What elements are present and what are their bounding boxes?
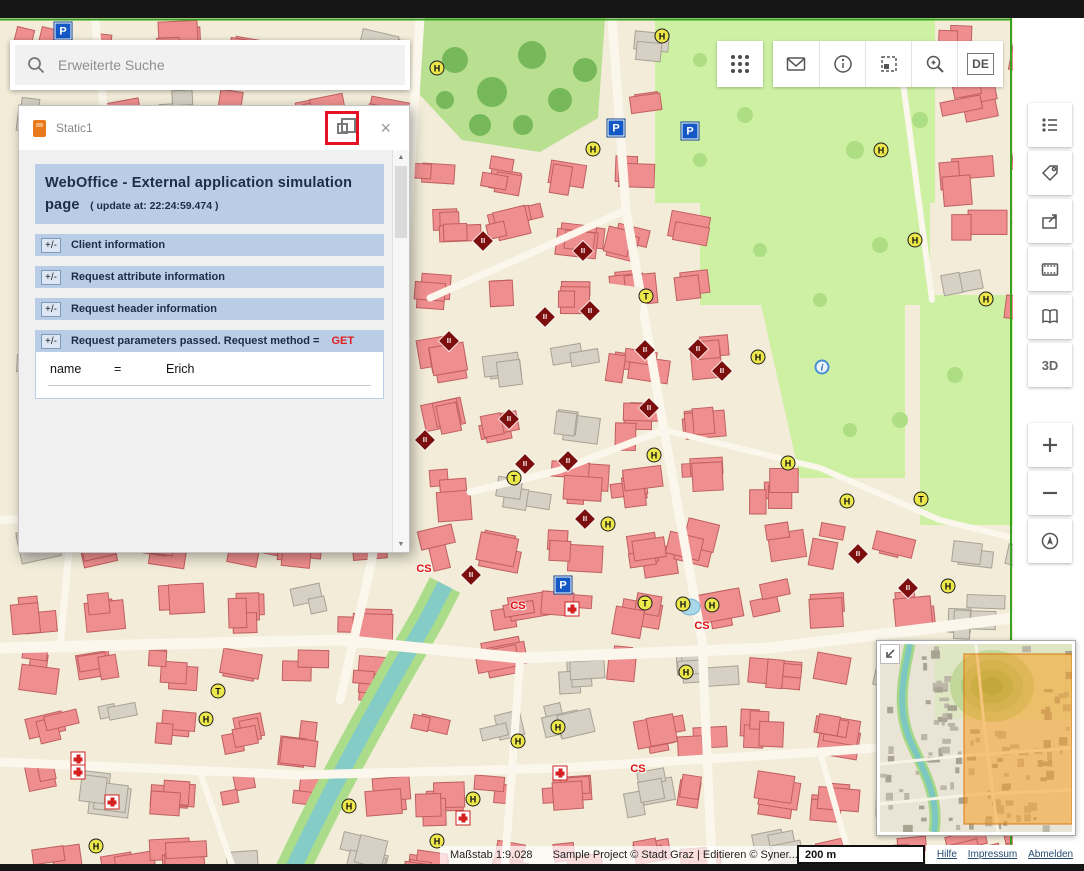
scrollbar-thumb[interactable] [395, 166, 407, 238]
open-book-icon [1039, 306, 1061, 328]
mail-button[interactable] [773, 41, 819, 87]
footer-links: Hilfe Impressum Abmelden [926, 845, 1084, 864]
param-table: name = Erich [35, 352, 384, 399]
search-bar [10, 40, 410, 90]
hilfe-link[interactable]: Hilfe [937, 849, 957, 860]
section-request-header-information[interactable]: +/- Request header information [35, 298, 384, 320]
film-layers-button[interactable] [1028, 247, 1072, 291]
collapse-arrow-icon [883, 647, 897, 661]
panel-title: Static1 [56, 121, 322, 135]
3d-button[interactable]: 3D [1028, 343, 1072, 387]
overview-extent-box[interactable] [964, 654, 1072, 824]
legend-list-icon [1039, 114, 1061, 136]
external-window-icon [1039, 210, 1061, 232]
panel-scrollbar[interactable]: ▲ ▼ [392, 150, 409, 552]
panel-body: WebOffice - External application simulat… [19, 150, 409, 552]
map-book-button[interactable] [1028, 295, 1072, 339]
apps-grid-button[interactable] [717, 41, 763, 87]
section-toggle[interactable]: +/- [41, 238, 61, 253]
minus-icon [1039, 482, 1061, 504]
close-button[interactable]: × [380, 119, 391, 137]
content-update-timestamp: ( update at: 22:24:59.474 ) [90, 200, 218, 212]
overview-collapse-button[interactable] [880, 644, 900, 664]
select-rectangle-icon [878, 53, 900, 75]
app-window: PPPPHHHHHHHHHHHHHHHHHHHHHHTTTTTⅢⅢⅢⅢⅢⅢⅢⅢⅢ… [0, 0, 1084, 871]
static1-panel: Static1 × WebOffice - External applicati… [18, 105, 410, 553]
restore-window-icon [337, 123, 348, 134]
zoom-out-button[interactable] [1028, 471, 1072, 515]
legend-button[interactable] [1028, 103, 1072, 147]
language-button[interactable]: DE [957, 41, 1003, 87]
info-icon [832, 53, 854, 75]
static-module-icon [33, 120, 46, 137]
locate-button[interactable] [1028, 519, 1072, 563]
param-operator: = [114, 362, 166, 376]
search-icon [27, 56, 46, 75]
param-row: name = Erich [48, 357, 371, 386]
right-toolbar: 3D [1028, 103, 1072, 703]
scrollbar-down-icon[interactable]: ▼ [393, 541, 409, 548]
request-method-value: GET [331, 335, 354, 347]
film-strip-icon [1039, 258, 1061, 280]
status-text: Maßstab 1:9.028 Sample Project © Stadt G… [440, 846, 808, 864]
panel-titlebar: Static1 × [19, 106, 409, 150]
search-field[interactable] [15, 45, 405, 85]
compass-arrow-icon [1039, 530, 1061, 552]
impressum-link[interactable]: Impressum [968, 849, 1017, 860]
external-window-button[interactable] [1028, 199, 1072, 243]
undock-button[interactable] [332, 118, 352, 138]
tag-button[interactable] [1028, 151, 1072, 195]
scrollbar-up-icon[interactable]: ▲ [393, 154, 409, 161]
section-toggle[interactable]: +/- [41, 270, 61, 285]
tag-icon [1039, 162, 1061, 184]
language-label: DE [967, 53, 994, 75]
copyright-text: Sample Project © Stadt Graz | Editieren … [553, 849, 798, 861]
3d-label: 3D [1042, 358, 1059, 373]
param-value: Erich [166, 362, 371, 376]
scale-text: Maßstab 1:9.028 [450, 849, 533, 861]
scalebar-label: 200 m [805, 849, 836, 861]
magnifier-icon [924, 53, 946, 75]
content-header: WebOffice - External application simulat… [35, 164, 384, 224]
select-button[interactable] [865, 41, 911, 87]
section-client-information[interactable]: +/- Client information [35, 234, 384, 256]
overview-map[interactable] [876, 640, 1076, 836]
plus-icon [1039, 434, 1061, 456]
bottom-black-bar [0, 864, 1084, 871]
apps-grid-icon [729, 53, 751, 75]
scalebar: 200 m [797, 845, 925, 864]
section-request-parameters[interactable]: +/- Request parameters passed. Request m… [35, 330, 384, 352]
zoom-selection-button[interactable] [911, 41, 957, 87]
zoom-in-button[interactable] [1028, 423, 1072, 467]
top-black-bar [0, 0, 1084, 18]
info-button[interactable] [819, 41, 865, 87]
abmelden-link[interactable]: Abmelden [1028, 849, 1073, 860]
section-toggle[interactable]: +/- [41, 302, 61, 317]
param-name: name [50, 362, 114, 376]
mail-icon [785, 53, 807, 75]
search-input[interactable] [56, 56, 405, 74]
section-request-attribute-information[interactable]: +/- Request attribute information [35, 266, 384, 288]
top-toolbar: DE [717, 41, 1003, 87]
section-toggle[interactable]: +/- [41, 334, 61, 349]
